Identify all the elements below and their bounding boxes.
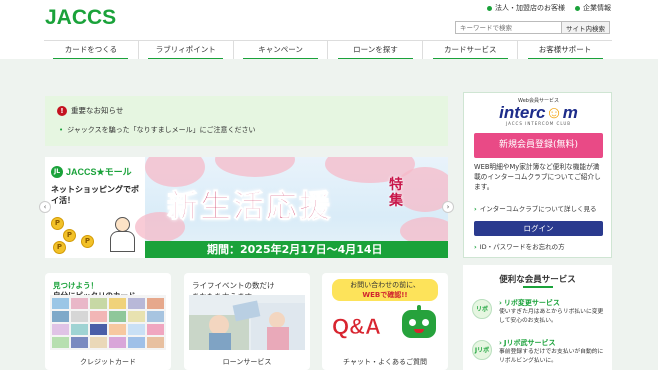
person-illustration — [107, 217, 137, 252]
carousel-next-button[interactable]: › — [442, 201, 454, 213]
global-nav: カードをつくる ラブリィポイント キャンペーン ローンを探す カードサービス お… — [44, 40, 612, 60]
notice-title: ! 重要なお知らせ — [57, 105, 123, 116]
company-info-link[interactable]: 企業情報 — [575, 3, 611, 13]
carousel-prev-button[interactable]: ‹ — [39, 201, 51, 213]
jaccs-mall-logo: JL JACCS★モール — [51, 165, 132, 178]
nav-item-card-service[interactable]: カードサービス — [422, 41, 517, 60]
services-title: 便利な会員サービス — [463, 273, 612, 288]
tile-caption: チャット・よくあるご質問 — [343, 358, 427, 366]
revo-icon: リボ — [472, 299, 492, 319]
chat-robot-icon — [400, 305, 438, 345]
sakura-decoration — [215, 157, 295, 177]
nav-item-support[interactable]: お客様サポート — [517, 41, 612, 60]
site-search: サイト内検索 — [455, 21, 610, 34]
credit-card-tile[interactable]: 見つけよう！ 自分にピッタリのカード クレジットカード — [45, 273, 171, 370]
intercom-about-link[interactable]: インターコムクラブについて詳しく見る — [474, 203, 597, 213]
intercom-logo[interactable]: Web会員サービス interc☺m JACCS INTERCOM CLUB — [476, 97, 601, 127]
utility-links: 法人・加盟店のお客様 企業情報 — [487, 3, 611, 13]
corporate-customers-link[interactable]: 法人・加盟店のお客様 — [487, 3, 565, 13]
notice-link[interactable]: ジャックスを騙った「なりすましメール」にご注意ください — [59, 125, 255, 135]
tile-caption: クレジットカード — [80, 358, 136, 366]
card-collage-image — [50, 295, 166, 350]
member-services-panel: 便利な会員サービス リボ リボ変更サービス 使いすぎた月はあとからリボ払いに変更… — [463, 265, 612, 370]
forgot-password-link[interactable]: ID・パスワードをお忘れの方 — [474, 241, 565, 251]
j-revo-icon: Jリボ — [472, 340, 492, 360]
site-header: JACCS 法人・加盟店のお客様 企業情報 サイト内検索 — [0, 0, 658, 40]
service-description: 事前登録するだけでお支払いが自動的にリボルビング払いに。 — [499, 349, 604, 364]
life-event-photo — [189, 295, 305, 350]
bullet-icon — [487, 5, 492, 11]
nav-item-campaign[interactable]: キャンペーン — [232, 41, 328, 60]
mall-tagline: ネットショッピングでポイ活！ — [51, 185, 139, 205]
revo-change-link[interactable]: リボ変更サービス — [499, 298, 560, 308]
login-button[interactable]: ログイン — [474, 221, 603, 236]
search-button[interactable]: サイト内検索 — [562, 21, 610, 34]
banner-headline: 新生活応援 — [167, 189, 332, 226]
jaccs-logo[interactable]: JACCS — [45, 6, 116, 30]
faq-chat-tile[interactable]: お問い合わせの前に、 WEBで確認!! Q&A チャット・よくあるご質問 — [322, 273, 448, 370]
faq-speech-bubble: お問い合わせの前に、 WEBで確認!! — [332, 279, 438, 301]
point-coin-icon: P — [63, 229, 76, 242]
campaign-banner[interactable]: JL JACCS★モール ネットショッピングでポイ活！ P P P P 新生活応… — [45, 157, 448, 258]
j-revo-link[interactable]: Jリボ武サービス — [499, 338, 556, 348]
new-life-panel: 新生活応援 特集 期間：2025年2月17日～4月14日 — [135, 157, 448, 258]
tile-caption: ローンサービス — [222, 358, 272, 366]
intercom-club-panel: Web会員サービス interc☺m JACCS INTERCOM CLUB 新… — [463, 92, 612, 258]
banner-headline-sub: 特集 — [389, 177, 403, 209]
point-coin-icon: P — [53, 241, 66, 254]
service-description: 使いすぎた月はあとからリボ払いに変更して安心のお支払い。 — [499, 309, 604, 324]
search-input[interactable] — [455, 21, 562, 34]
bullet-icon — [575, 5, 580, 11]
campaign-period: 期間：2025年2月17日～4月14日 — [145, 241, 448, 258]
warning-icon: ! — [57, 105, 67, 116]
jaccs-mall-panel: JL JACCS★モール ネットショッピングでポイ活！ P P P P — [45, 157, 145, 258]
nav-item-loan[interactable]: ローンを探す — [327, 41, 422, 60]
register-button[interactable]: 新規会員登録(無料) — [474, 133, 603, 158]
nav-item-make-card[interactable]: カードをつくる — [44, 41, 138, 60]
important-notice: !重要なお知らせ ジャックスを騙った「なりすましメール」にご注意ください — [45, 96, 448, 146]
point-coin-icon: P — [51, 217, 64, 230]
mall-brand: JACCS★モール — [66, 167, 132, 177]
qa-text: Q&A — [332, 314, 381, 340]
mall-badge-icon: JL — [51, 165, 63, 178]
intercom-description: WEB明細やMy家計簿など便利な機能が満載のインターコムクラブについてご紹介しま… — [474, 163, 601, 191]
loan-service-tile[interactable]: ライフイベントの数だけ あなたを支えます ローンサービス — [184, 273, 310, 370]
point-coin-icon: P — [81, 235, 94, 248]
nav-item-lovely-point[interactable]: ラブリィポイント — [137, 41, 233, 60]
